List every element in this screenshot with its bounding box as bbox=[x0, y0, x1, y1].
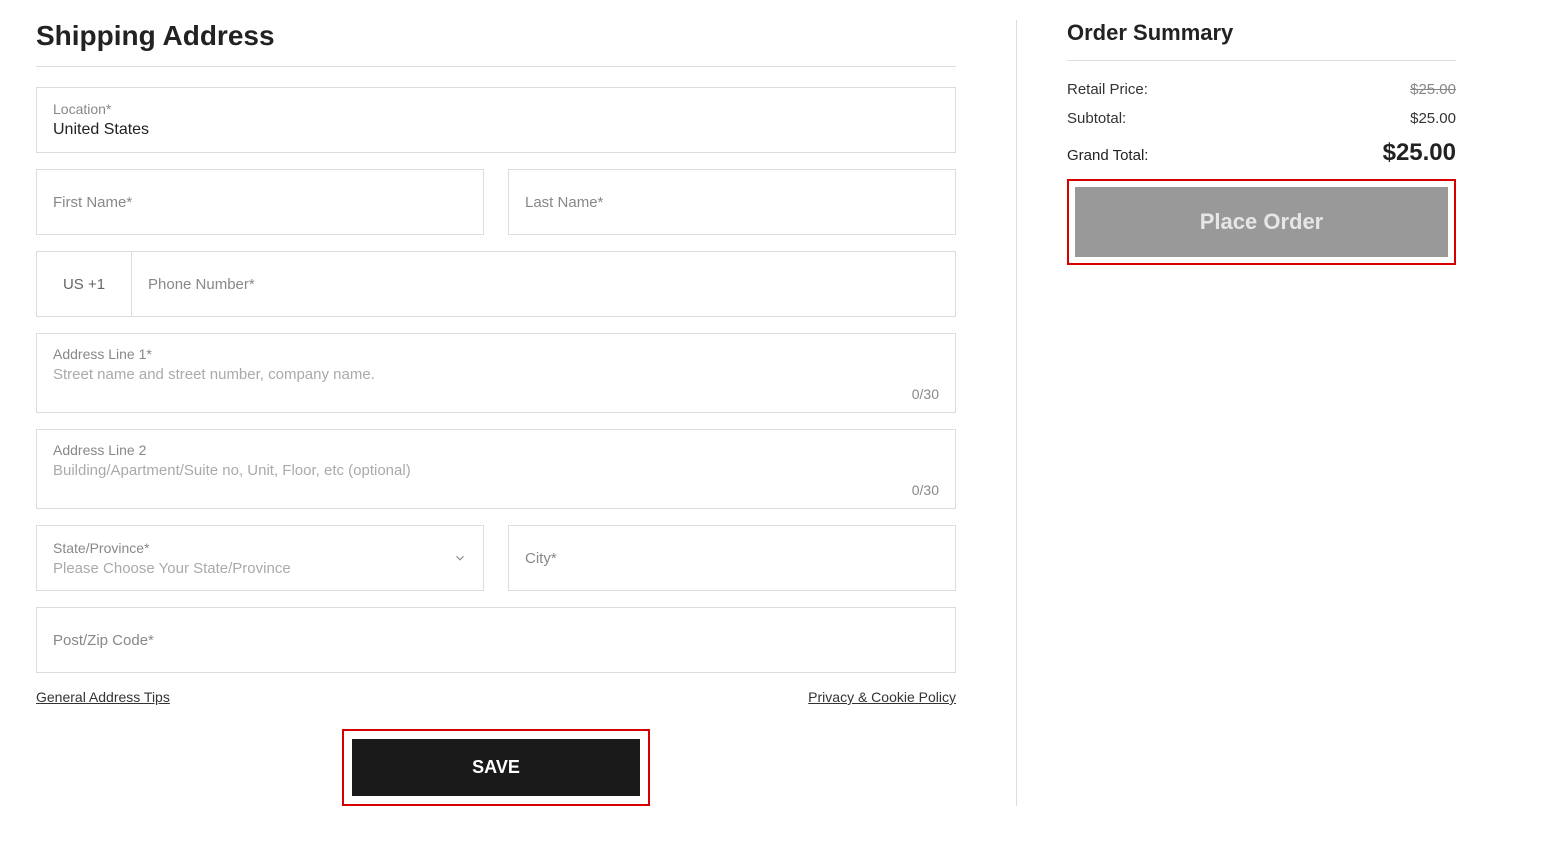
address-line1-placeholder: Street name and street number, company n… bbox=[53, 366, 939, 383]
zip-label: Post/Zip Code* bbox=[53, 632, 939, 649]
address-line1-field[interactable]: Address Line 1* Street name and street n… bbox=[36, 333, 956, 413]
retail-label: Retail Price: bbox=[1067, 81, 1148, 98]
city-label: City* bbox=[525, 550, 939, 567]
last-name-label: Last Name* bbox=[525, 194, 939, 211]
location-value: United States bbox=[53, 121, 939, 139]
chevron-down-icon bbox=[453, 551, 467, 565]
privacy-policy-link[interactable]: Privacy & Cookie Policy bbox=[808, 689, 956, 705]
phone-number-label: Phone Number* bbox=[148, 276, 255, 293]
address-line2-label: Address Line 2 bbox=[53, 442, 939, 458]
phone-number-field[interactable]: Phone Number* bbox=[131, 251, 956, 317]
phone-prefix-value: US +1 bbox=[63, 276, 105, 293]
save-button-highlight: SAVE bbox=[342, 729, 650, 806]
divider bbox=[1067, 60, 1456, 61]
subtotal-value: $25.00 bbox=[1410, 110, 1456, 127]
address-line2-field[interactable]: Address Line 2 Building/Apartment/Suite … bbox=[36, 429, 956, 509]
last-name-field[interactable]: Last Name* bbox=[508, 169, 956, 235]
place-order-highlight: Place Order bbox=[1067, 179, 1456, 265]
grand-label: Grand Total: bbox=[1067, 147, 1148, 164]
city-field[interactable]: City* bbox=[508, 525, 956, 591]
zip-field[interactable]: Post/Zip Code* bbox=[36, 607, 956, 673]
state-placeholder: Please Choose Your State/Province bbox=[53, 560, 467, 577]
place-order-button[interactable]: Place Order bbox=[1075, 187, 1448, 257]
grand-total-row: Grand Total: $25.00 bbox=[1067, 139, 1456, 167]
shipping-title: Shipping Address bbox=[36, 20, 956, 52]
save-button[interactable]: SAVE bbox=[352, 739, 640, 796]
order-summary-section: Order Summary Retail Price: $25.00 Subto… bbox=[1016, 20, 1456, 806]
address-line1-count: 0/30 bbox=[912, 386, 939, 402]
retail-price-row: Retail Price: $25.00 bbox=[1067, 81, 1456, 98]
address-line2-count: 0/30 bbox=[912, 482, 939, 498]
subtotal-label: Subtotal: bbox=[1067, 110, 1126, 127]
address-line1-label: Address Line 1* bbox=[53, 346, 939, 362]
first-name-field[interactable]: First Name* bbox=[36, 169, 484, 235]
order-summary-title: Order Summary bbox=[1067, 20, 1456, 46]
location-label: Location* bbox=[53, 101, 939, 117]
phone-prefix-select[interactable]: US +1 bbox=[36, 251, 131, 317]
shipping-form-section: Shipping Address Location* United States… bbox=[36, 20, 956, 806]
location-field[interactable]: Location* United States bbox=[36, 87, 956, 153]
grand-value: $25.00 bbox=[1383, 139, 1456, 167]
divider bbox=[36, 66, 956, 67]
state-select[interactable]: State/Province* Please Choose Your State… bbox=[36, 525, 484, 591]
retail-value: $25.00 bbox=[1410, 81, 1456, 98]
address-tips-link[interactable]: General Address Tips bbox=[36, 689, 170, 705]
state-label: State/Province* bbox=[53, 540, 467, 556]
first-name-label: First Name* bbox=[53, 194, 467, 211]
address-line2-placeholder: Building/Apartment/Suite no, Unit, Floor… bbox=[53, 462, 939, 479]
subtotal-row: Subtotal: $25.00 bbox=[1067, 110, 1456, 127]
